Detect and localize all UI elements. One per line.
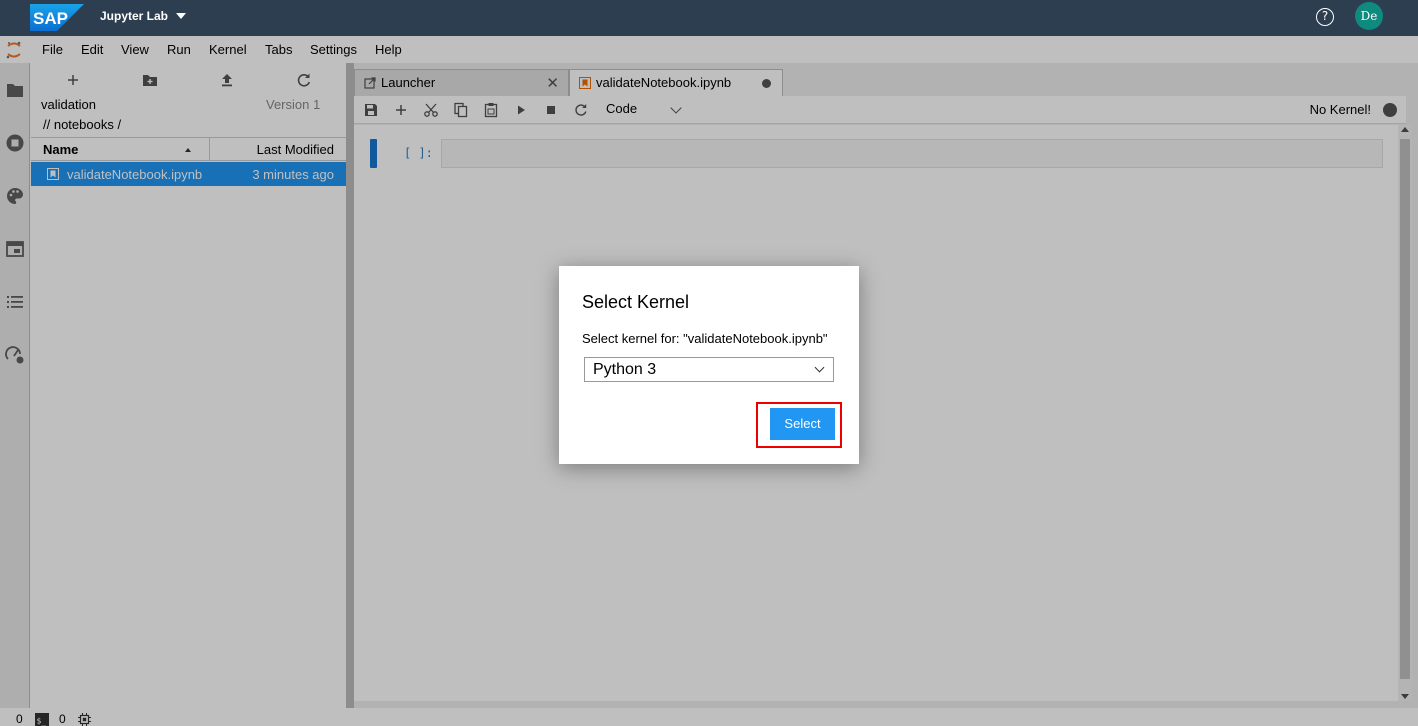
shell-bar: SAP Jupyter Lab ? De (0, 0, 1418, 36)
help-icon[interactable]: ? (1316, 8, 1334, 26)
sap-logo[interactable]: SAP (30, 4, 84, 31)
sap-logo-text: SAP (33, 9, 68, 28)
user-avatar[interactable]: De (1355, 2, 1383, 30)
app-title[interactable]: Jupyter Lab (100, 9, 168, 23)
chevron-down-icon (814, 362, 825, 373)
kernel-select[interactable]: Python 3 (584, 357, 834, 382)
select-kernel-dialog: Select Kernel Select kernel for: "valida… (559, 266, 859, 464)
app-menu-caret-icon[interactable] (176, 13, 186, 19)
kernel-select-value: Python 3 (593, 361, 657, 378)
dialog-title: Select Kernel (582, 292, 690, 312)
select-button[interactable]: Select (770, 408, 835, 440)
dialog-message: Select kernel for: "validateNotebook.ipy… (582, 331, 828, 346)
